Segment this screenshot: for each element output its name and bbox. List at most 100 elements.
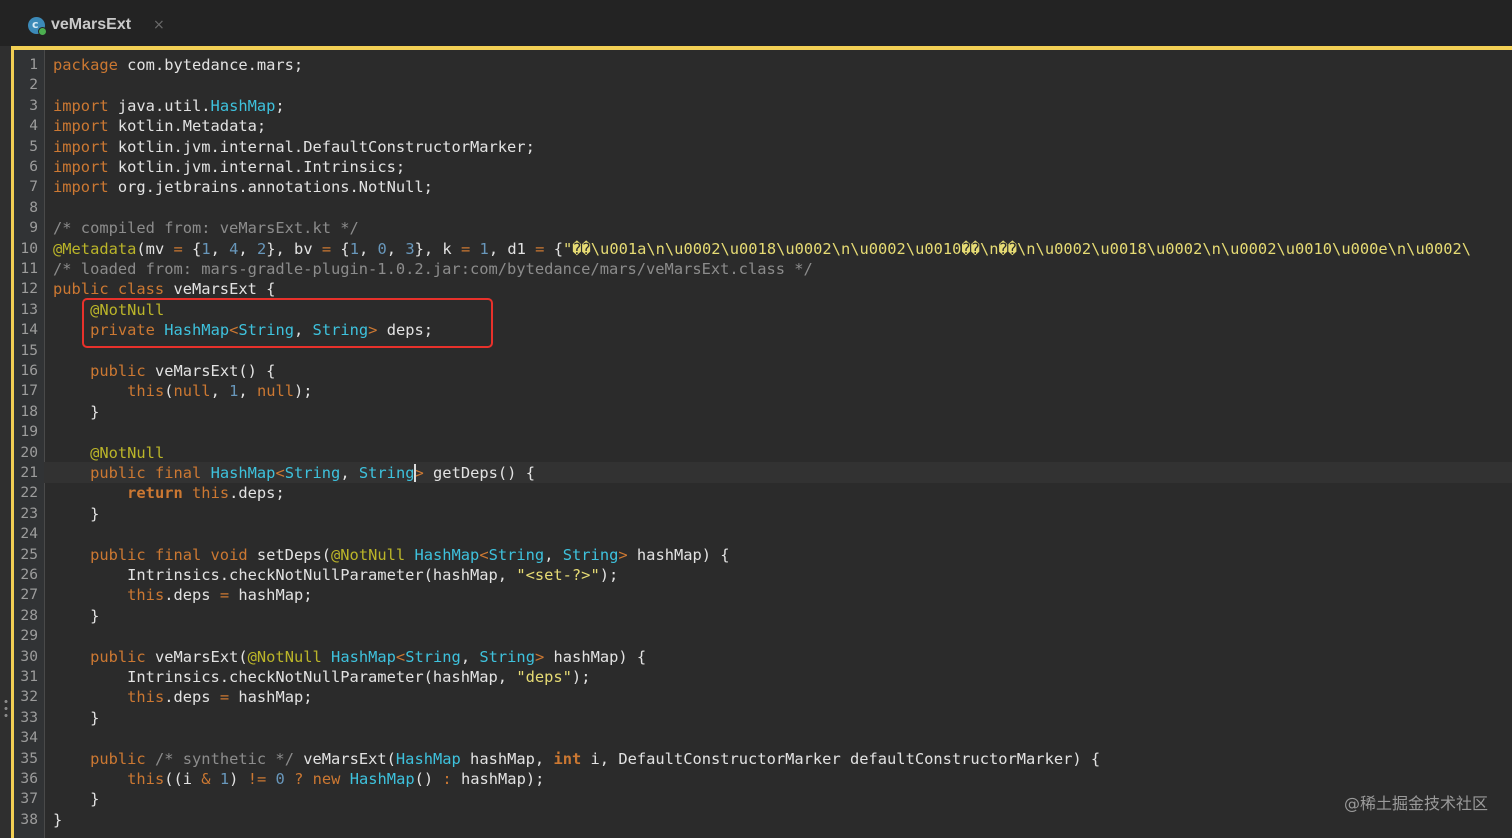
line-number[interactable]: 6 (10, 157, 38, 177)
code-token: @NotNull (90, 443, 165, 462)
code-line[interactable]: public final HashMap<String, String> get… (53, 463, 535, 483)
code-line[interactable]: /* compiled from: veMarsExt.kt */ (53, 218, 359, 238)
line-number[interactable]: 36 (10, 769, 38, 789)
code-line[interactable]: import java.util.HashMap; (53, 96, 285, 116)
code-token: : (442, 770, 452, 788)
line-number[interactable]: 25 (10, 545, 38, 565)
close-icon[interactable]: × (153, 17, 165, 33)
code-line[interactable]: public class veMarsExt { (53, 279, 275, 299)
line-number[interactable]: 5 (10, 137, 38, 157)
code-token: Intrinsics.checkNotNullParameter(hashMap… (53, 668, 517, 686)
line-number[interactable]: 35 (10, 749, 38, 769)
code-token: kotlin.jvm.internal.DefaultConstructorMa… (108, 137, 535, 156)
line-number[interactable]: 22 (10, 483, 38, 503)
code-token: { (331, 239, 350, 258)
code-token: ( (164, 382, 174, 401)
line-number[interactable]: 3 (10, 96, 38, 116)
line-number[interactable]: 4 (10, 116, 38, 136)
code-line[interactable]: } (53, 402, 99, 422)
code-token: String (358, 464, 415, 482)
line-number[interactable]: 27 (10, 585, 38, 605)
code-line[interactable]: this.deps = hashMap; (53, 585, 312, 605)
code-line[interactable]: Intrinsics.checkNotNullParameter(hashMap… (53, 667, 590, 687)
line-number[interactable]: 14 (10, 320, 38, 340)
line-number[interactable]: 33 (10, 708, 38, 728)
code-line[interactable]: return this.deps; (53, 483, 285, 503)
line-number[interactable]: 10 (10, 239, 38, 259)
code-line[interactable]: } (53, 504, 99, 524)
code-line[interactable]: import kotlin.Metadata; (53, 116, 266, 136)
code-line[interactable]: package com.bytedance.mars; (53, 55, 303, 75)
code-line[interactable]: } (53, 789, 99, 809)
line-number[interactable]: 16 (10, 361, 38, 381)
code-token: int (553, 749, 582, 768)
code-token: } (53, 606, 100, 625)
line-number[interactable]: 20 (10, 443, 38, 463)
line-number[interactable]: 32 (10, 687, 38, 707)
line-number[interactable]: 26 (10, 565, 38, 585)
line-number[interactable]: 8 (10, 198, 38, 218)
line-number[interactable]: 31 (10, 667, 38, 687)
code-line[interactable]: import kotlin.jvm.internal.DefaultConstr… (53, 137, 535, 157)
line-number[interactable]: 21 (10, 463, 38, 483)
code-token: java.util. (108, 96, 211, 115)
code-token: return (127, 484, 183, 503)
code-line[interactable]: Intrinsics.checkNotNullParameter(hashMap… (53, 565, 618, 585)
code-token: }, bv (266, 239, 322, 258)
line-number[interactable]: 29 (10, 626, 38, 646)
code-token: this (192, 484, 230, 503)
code-line[interactable]: /* loaded from: mars-gradle-plugin-1.0.2… (53, 259, 813, 279)
line-number[interactable]: 38 (10, 810, 38, 830)
line-number-gutter[interactable]: 1 2 3 4 5 6 7 8 9 10 11 12 13 14 15 16 17 18 19 20 21 22 23 24 2… (14, 50, 45, 838)
code-editor[interactable]: package com.bytedance.mars; import java.u… (53, 55, 1512, 838)
line-number[interactable]: 9 (10, 218, 38, 238)
line-number[interactable]: 1 (10, 55, 38, 75)
code-token: this (127, 586, 165, 605)
line-number[interactable]: 18 (10, 402, 38, 422)
line-number[interactable]: 28 (10, 606, 38, 626)
code-token: ); (294, 382, 313, 401)
line-number[interactable]: 34 (10, 728, 38, 748)
code-token: @Metadata (53, 239, 137, 258)
line-number[interactable]: 37 (10, 789, 38, 809)
line-number[interactable]: 13 (10, 300, 38, 320)
line-number[interactable]: 15 (10, 341, 38, 361)
line-number[interactable]: 11 (10, 259, 38, 279)
code-line[interactable]: } (53, 810, 62, 830)
line-number[interactable]: 24 (10, 524, 38, 544)
drag-handle-icon[interactable] (4, 698, 8, 720)
code-line[interactable]: public veMarsExt() { (53, 361, 275, 381)
line-number[interactable]: 23 (10, 504, 38, 524)
code-token: , (238, 239, 257, 258)
code-line[interactable]: public veMarsExt(@NotNull HashMap<String… (53, 647, 646, 667)
line-number[interactable]: 30 (10, 647, 38, 667)
code-line[interactable]: public /* synthetic */ veMarsExt(HashMap… (53, 749, 1100, 769)
code-line[interactable]: } (53, 708, 99, 728)
code-token: String (405, 647, 461, 666)
code-token: HashMap (395, 749, 461, 768)
code-token: kotlin.Metadata; (108, 117, 267, 136)
code-line[interactable]: this.deps = hashMap; (53, 687, 312, 707)
code-line[interactable]: import org.jetbrains.annotations.NotNull… (53, 177, 433, 197)
code-line[interactable]: @NotNull (53, 443, 164, 463)
line-number[interactable]: 17 (10, 381, 38, 401)
tab-vemarsext[interactable]: c veMarsExt × (22, 6, 171, 44)
code-token: ) (229, 770, 248, 788)
code-line[interactable]: @Metadata(mv = {1, 4, 2}, bv = {1, 0, 3}… (53, 239, 1471, 259)
line-number[interactable]: 7 (10, 177, 38, 197)
code-line[interactable]: public final void setDeps(@NotNull HashM… (53, 545, 730, 565)
line-number[interactable]: 2 (10, 75, 38, 95)
code-line[interactable]: import kotlin.jvm.internal.Intrinsics; (53, 157, 405, 177)
code-token: veMarsExt { (164, 280, 276, 299)
line-number[interactable]: 12 (10, 279, 38, 299)
code-token: public final void (90, 545, 248, 564)
code-line[interactable]: this((i & 1) != 0 ? new HashMap() : hash… (53, 769, 544, 789)
code-line[interactable]: this(null, 1, null); (53, 381, 313, 401)
code-line[interactable]: } (53, 606, 99, 626)
line-number[interactable]: 19 (10, 422, 38, 442)
